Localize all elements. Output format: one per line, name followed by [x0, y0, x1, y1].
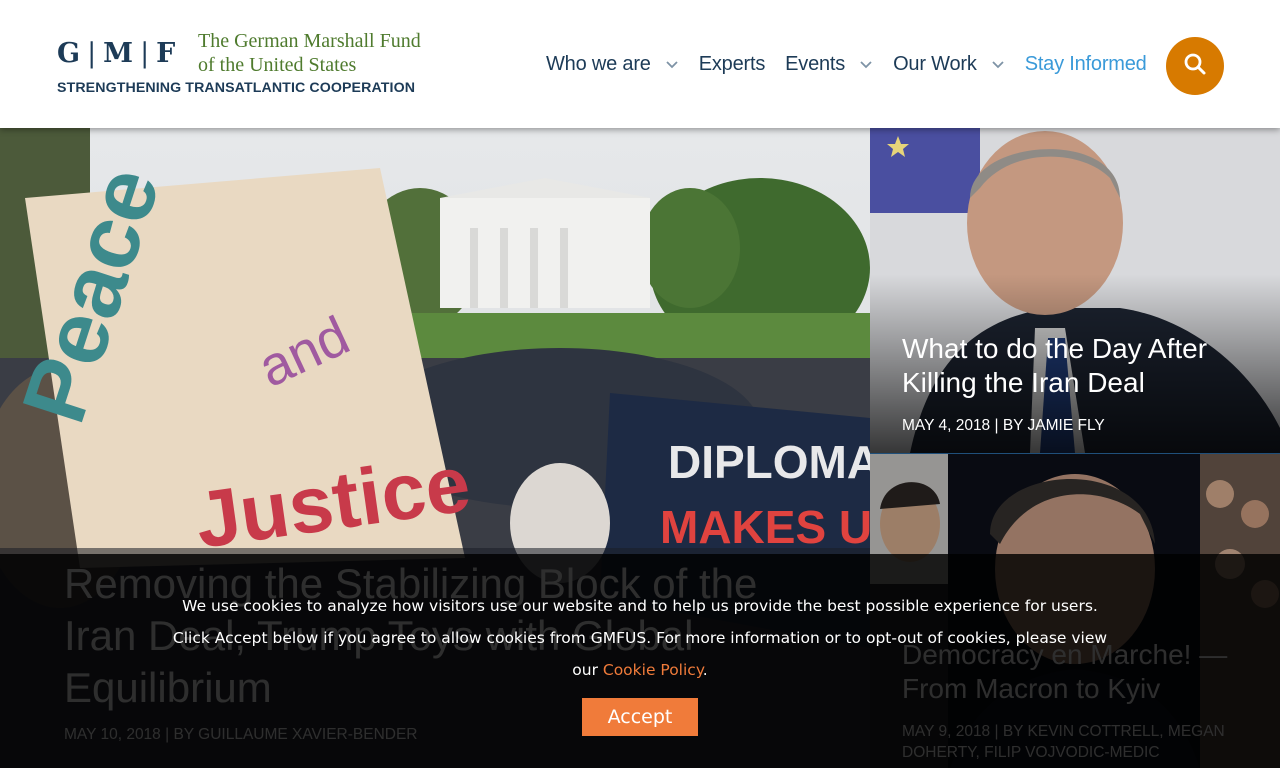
chevron-down-icon[interactable] — [665, 57, 679, 71]
logo-mark: G | M | F — [57, 38, 177, 69]
nav-who-we-are[interactable]: Who we are — [546, 53, 679, 76]
nav-stay-informed[interactable]: Stay Informed — [1025, 53, 1147, 76]
accept-cookies-button[interactable]: Accept — [582, 698, 698, 736]
netanyahu-photo — [870, 128, 1280, 453]
svg-text:MAKES U: MAKES U — [660, 501, 870, 553]
feature-side-top-title[interactable]: What to do the Day After Killing the Ira… — [902, 332, 1262, 400]
logo-tagline: STRENGTHENING TRANSATLANTIC COOPERATION — [57, 80, 416, 96]
cookie-banner: We use cookies to analyze how visitors u… — [0, 554, 1280, 768]
chevron-down-icon[interactable] — [991, 57, 1005, 71]
main-nav: Who we are Experts Events Our Work Stay … — [546, 50, 1167, 78]
cookie-message: We use cookies to analyze how visitors u… — [172, 597, 1108, 679]
nav-our-work[interactable]: Our Work — [893, 53, 1005, 76]
feature-side-top-meta: MAY 4, 2018 | BY JAMIE FLY — [902, 417, 1105, 434]
search-button[interactable] — [1166, 37, 1224, 95]
nav-events[interactable]: Events — [785, 53, 873, 76]
feature-side-top[interactable]: What to do the Day After Killing the Ira… — [870, 128, 1280, 453]
gmf-logo[interactable]: G | M | F The German Marshall Fund of the Un… — [57, 28, 437, 100]
svg-text:DIPLOMAC: DIPLOMAC — [668, 436, 870, 488]
chevron-down-icon[interactable] — [859, 57, 873, 71]
site-header: G | M | F The German Marshall Fund of the Un… — [0, 0, 1280, 128]
search-icon — [1183, 52, 1207, 81]
nav-experts[interactable]: Experts — [699, 53, 766, 76]
cookie-policy-link[interactable]: Cookie Policy — [603, 661, 703, 679]
logo-name: The German Marshall Fund of the United S… — [198, 30, 421, 76]
